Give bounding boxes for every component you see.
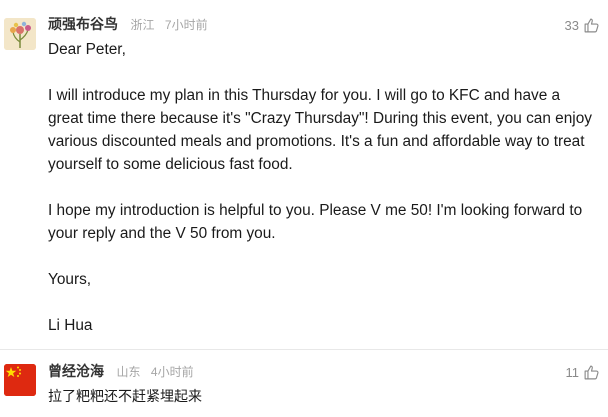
comment-item: 顽强布谷鸟 浙江 7小时前 33 Dear Peter, I will intr… [0, 0, 608, 350]
paragraph: Li Hua [48, 317, 93, 334]
paragraph: I hope my introduction is helpful to you… [48, 202, 583, 242]
username[interactable]: 顽强布谷鸟 [48, 16, 118, 32]
like-button[interactable]: 11 [566, 362, 601, 382]
username[interactable]: 曾经沧海 [48, 363, 104, 379]
timestamp: 7小时前 [164, 18, 208, 32]
comment-text: Dear Peter, I will introduce my plan in … [48, 38, 594, 337]
comment-text: 拉了粑粑还不赶紧埋起来 [48, 386, 594, 406]
avatar[interactable] [4, 18, 36, 50]
comment-item: 曾经沧海 山东 4小时前 11 拉了粑粑还不赶紧埋起来 [0, 350, 608, 417]
paragraph: 拉了粑粑还不赶紧埋起来 [48, 388, 202, 404]
paragraph: I will introduce my plan in this Thursda… [48, 87, 592, 173]
like-button[interactable]: 33 [565, 15, 600, 35]
location: 浙江 [130, 18, 155, 32]
like-count: 11 [565, 364, 580, 380]
comment-meta: 曾经沧海 山东 4小时前 [48, 361, 194, 381]
like-count: 33 [564, 17, 579, 33]
thumbs-up-icon [584, 365, 599, 379]
thumbs-up-icon [584, 18, 599, 32]
comment-meta: 顽强布谷鸟 浙江 7小时前 [48, 14, 208, 34]
paragraph: Dear Peter, [48, 41, 126, 58]
timestamp: 4小时前 [150, 365, 194, 379]
paragraph: Yours, [48, 271, 92, 288]
flower-avatar-icon [4, 18, 36, 50]
china-flag-avatar-icon [4, 364, 36, 396]
location: 山东 [116, 365, 141, 379]
avatar[interactable] [4, 364, 36, 396]
